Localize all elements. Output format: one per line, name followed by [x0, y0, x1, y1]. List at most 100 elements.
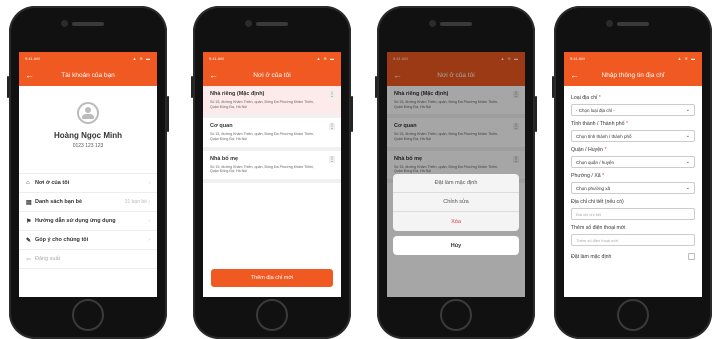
chevron-right-icon: › — [148, 180, 150, 186]
friends-count: 31 bạn bè › — [124, 199, 150, 205]
status-icons: ▲ ≋ ▬ — [132, 55, 151, 61]
status-time: 9:41 AM — [570, 55, 585, 61]
menu-item-label: Danh sách bạn bè — [35, 199, 83, 205]
screen-account: 9:41 AM ▲ ≋ ▬ ← Tài khoản của bạn Hoàng … — [19, 52, 157, 297]
back-arrow-icon[interactable]: ← — [209, 70, 218, 80]
phone-address-actions: 9:41 AM ▲ ≋ ▬ ← Nơi ở của tôi Nhà riêng … — [375, 6, 537, 339]
speaker — [256, 22, 288, 26]
status-icons: ▲ ≋ ▬ — [677, 55, 696, 61]
profile-phone: 0123 123 123 — [72, 143, 104, 149]
chevron-down-icon: ⌄ — [685, 159, 690, 165]
phone-number-input[interactable]: Thêm số điện thoại mới — [571, 234, 695, 246]
action-sheet: Đặt làm mặc định Chỉnh sửa Xóa — [393, 174, 519, 231]
set-default-action[interactable]: Đặt làm mặc định — [393, 174, 519, 193]
home-button[interactable] — [72, 299, 104, 331]
app-bar: 9:41 AM ▲ ≋ ▬ ← Tài khoản của bạn — [19, 52, 157, 86]
speaker — [440, 22, 472, 26]
feedback-icon: ✎ — [26, 237, 32, 244]
default-checkbox[interactable] — [688, 253, 695, 260]
back-arrow-icon[interactable]: ← — [570, 70, 579, 80]
delete-action[interactable]: Xóa — [393, 212, 519, 231]
address-card[interactable]: Cơ quan Số 15, đường Khâm Thiên, quận, Đ… — [203, 118, 341, 151]
status-time: 9:41 AM — [209, 55, 224, 61]
camera — [61, 20, 68, 27]
showcase: 9:41 AM ▲ ≋ ▬ ← Tài khoản của bạn Hoàng … — [0, 0, 712, 339]
menu-item-feedback[interactable]: ✎ Góp ý cho chúng tôi › — [19, 231, 157, 250]
friends-icon: ▤ — [26, 199, 32, 206]
chevron-right-icon: › — [148, 237, 150, 243]
home-button[interactable] — [256, 299, 288, 331]
account-menu: ⌂ Nơi ở của tôi › ▤ Danh sách bạn bè 31 … — [19, 174, 157, 269]
menu-item-my-home[interactable]: ⌂ Nơi ở của tôi › — [19, 174, 157, 193]
field-label: Địa chỉ chi tiết (nếu có) — [571, 199, 624, 205]
status-bar: 9:41 AM ▲ ≋ ▬ — [564, 52, 702, 64]
camera — [606, 20, 613, 27]
home-icon: ⌂ — [26, 180, 30, 186]
home-button[interactable] — [440, 299, 472, 331]
title-bar: ← Nhập thông tin địa chỉ — [564, 64, 702, 86]
address-type-select[interactable]: - Chọn loại địa chỉ - ⌄ — [571, 104, 695, 116]
title-bar: ← Nơi ở của tôi — [203, 64, 341, 86]
camera — [245, 20, 252, 27]
detail-address-input[interactable]: Địa chỉ chi tiết — [571, 208, 695, 220]
menu-item-label: Hướng dẫn sử dụng ứng dụng — [35, 218, 116, 224]
back-arrow-icon[interactable]: ← — [25, 70, 34, 80]
page-title: Tài khoản của bạn — [61, 71, 115, 79]
menu-item-friends[interactable]: ▤ Danh sách bạn bè 31 bạn bè › — [19, 193, 157, 212]
title-bar: ← Tài khoản của bạn — [19, 64, 157, 86]
select-value: Chọn phường xã — [576, 185, 610, 191]
address-card[interactable]: Nhà riêng (Mặc định) Số 15, đường Khâm T… — [203, 86, 341, 119]
menu-item-label: Nơi ở của tôi — [35, 180, 70, 186]
profile-name: Hoàng Ngọc Minh — [54, 131, 122, 140]
guide-icon: ⚑ — [26, 218, 32, 225]
menu-item-label: Đăng xuất — [35, 256, 61, 262]
menu-item-guide[interactable]: ⚑ Hướng dẫn sử dụng ứng dụng › — [19, 212, 157, 231]
status-bar: 9:41 AM ▲ ≋ ▬ — [19, 52, 157, 64]
page-title: Nơi ở của tôi — [253, 71, 291, 79]
address-name: Cơ quan — [210, 123, 233, 130]
select-value: Chọn quận / huyện — [576, 159, 615, 165]
avatar[interactable] — [77, 102, 99, 124]
field-label: Quận / Huyện * — [571, 147, 607, 153]
status-bar: 9:41 AM ▲ ≋ ▬ — [203, 52, 341, 64]
screen-my-homes: 9:41 AM ▲ ≋ ▬ ← Nơi ở của tôi Nhà riêng … — [203, 52, 341, 297]
address-name: Nhà riêng (Mặc định) — [210, 91, 265, 97]
screen-address-actions: 9:41 AM ▲ ≋ ▬ ← Nơi ở của tôi Nhà riêng … — [387, 52, 525, 297]
chevron-right-icon: › — [148, 218, 150, 224]
status-icons: ▲ ≋ ▬ — [316, 55, 335, 61]
cancel-button[interactable]: Hủy — [393, 236, 519, 255]
more-vertical-icon[interactable]: ⋮ — [329, 155, 335, 163]
app-bar: 9:41 AM ▲ ≋ ▬ ← Nhập thông tin địa chỉ — [564, 52, 702, 86]
address-text: Số 15, đường Khâm Thiên, quận, Đống Đa P… — [210, 100, 315, 109]
default-address-row: Đặt làm mặc định — [571, 253, 695, 260]
menu-item-logout[interactable]: ⇦ Đăng xuất — [19, 250, 157, 269]
field-label: Phường / Xã * — [571, 173, 605, 179]
address-card[interactable]: Nhà bố mẹ Số 15, đường Khâm Thiên, quận,… — [203, 151, 341, 184]
select-value: - Chọn loại địa chỉ - — [576, 107, 615, 113]
address-name: Nhà bố mẹ — [210, 155, 239, 162]
menu-item-label: Góp ý cho chúng tôi — [35, 237, 89, 243]
more-vertical-icon[interactable]: ⋮ — [329, 123, 335, 131]
ward-select[interactable]: Chọn phường xã ⌄ — [571, 182, 695, 194]
screen-address-form: 9:41 AM ▲ ≋ ▬ ← Nhập thông tin địa chỉ L… — [564, 52, 702, 297]
phone-my-homes: 9:41 AM ▲ ≋ ▬ ← Nơi ở của tôi Nhà riêng … — [191, 6, 353, 339]
camera — [429, 20, 436, 27]
app-bar: 9:41 AM ▲ ≋ ▬ ← Nơi ở của tôi — [203, 52, 341, 86]
district-select[interactable]: Chọn quận / huyện ⌄ — [571, 156, 695, 168]
edit-action[interactable]: Chỉnh sửa — [393, 193, 519, 212]
field-label: Loại địa chỉ * — [571, 95, 601, 101]
speaker — [72, 22, 104, 26]
address-form: Loại địa chỉ * - Chọn loại địa chỉ - ⌄ T… — [564, 86, 702, 264]
profile-card: Hoàng Ngọc Minh 0123 123 123 — [19, 86, 157, 174]
speaker — [617, 22, 649, 26]
more-vertical-icon[interactable]: ⋮ — [329, 91, 335, 98]
home-button[interactable] — [617, 299, 649, 331]
chevron-down-icon: ⌄ — [685, 133, 690, 139]
add-address-button[interactable]: Thêm địa chỉ mới — [211, 269, 333, 287]
page-title: Nhập thông tin địa chỉ — [601, 71, 665, 79]
chevron-down-icon: ⌄ — [685, 107, 690, 113]
select-value: Chọn tỉnh thành / thành phố — [576, 133, 632, 139]
province-select[interactable]: Chọn tỉnh thành / thành phố ⌄ — [571, 130, 695, 142]
logout-icon: ⇦ — [26, 256, 32, 263]
address-text: Số 15, đường Khâm Thiên, quận, Đống Đa P… — [210, 132, 315, 142]
